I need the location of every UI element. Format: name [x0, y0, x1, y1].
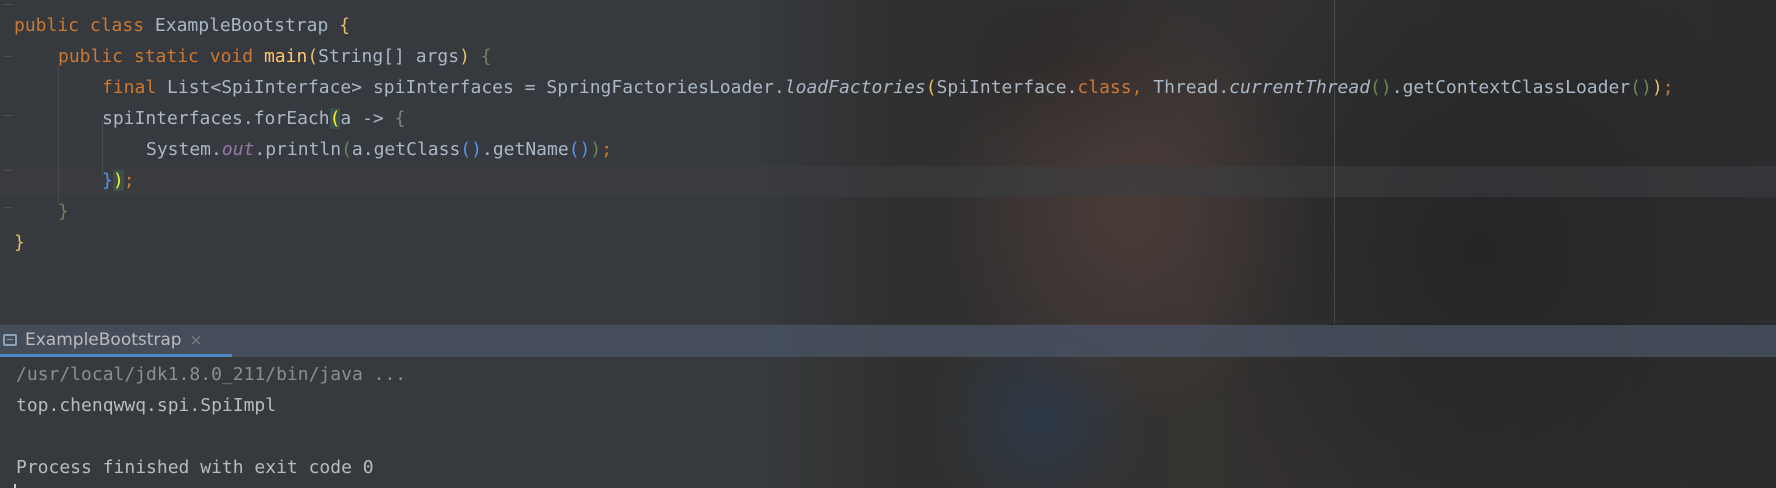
- code-line-class-decl[interactable]: public class ExampleBootstrap {: [14, 11, 350, 41]
- run-tool-window-header: ExampleBootstrap ×: [0, 325, 1776, 357]
- console-command-line[interactable]: /usr/local/jdk1.8.0_211/bin/java ...: [16, 360, 406, 390]
- param-args: args: [415, 46, 460, 67]
- tab-run-config[interactable]: ExampleBootstrap ×: [0, 325, 232, 357]
- current-line-highlight: [0, 166, 1776, 197]
- tab-label: ExampleBootstrap: [25, 329, 182, 350]
- console-caret: [14, 484, 16, 488]
- keyword-public: public: [14, 15, 80, 36]
- fold-marker[interactable]: [4, 207, 12, 208]
- code-line-close-class[interactable]: }: [14, 228, 25, 258]
- code-editor[interactable]: public class ExampleBootstrap { public s…: [0, 0, 1776, 324]
- keyword-final: final: [102, 77, 157, 98]
- fold-marker[interactable]: [4, 4, 12, 5]
- console-exit-line: Process finished with exit code 0: [16, 457, 374, 478]
- console-output-line: top.chenqwwq.spi.SpiImpl: [16, 395, 277, 416]
- code-line-loader[interactable]: final List<SpiInterface> spiInterfaces =…: [102, 73, 1674, 103]
- code-line-foreach[interactable]: spiInterfaces.forEach(a -> {: [102, 104, 405, 134]
- keyword-class: class: [89, 15, 145, 36]
- code-line-close-method[interactable]: }: [58, 197, 69, 227]
- variable-spiInterfaces: spiInterfaces: [372, 77, 514, 98]
- field-out: out: [221, 139, 255, 160]
- class-name: ExampleBootstrap: [154, 15, 329, 36]
- keyword-public: public: [58, 46, 124, 67]
- fold-marker[interactable]: [4, 115, 12, 116]
- keyword-static: static: [133, 46, 199, 67]
- open-brace: {: [339, 15, 350, 36]
- keyword-void: void: [209, 46, 254, 67]
- param-type: String[]: [318, 46, 405, 67]
- method-main: main: [263, 46, 308, 67]
- right-margin-guide: [1334, 0, 1335, 324]
- run-console[interactable]: /usr/local/jdk1.8.0_211/bin/java ... top…: [0, 357, 1776, 488]
- code-line-main-decl[interactable]: public static void main(String[] args) {: [58, 42, 492, 72]
- matched-paren: ): [112, 170, 124, 191]
- matched-paren: (: [329, 108, 341, 129]
- method-currentThread: currentThread: [1229, 77, 1371, 98]
- console-icon: [3, 333, 17, 346]
- indent-guide: [58, 65, 59, 205]
- open-brace: {: [480, 46, 492, 67]
- code-line-println[interactable]: System.out.println(a.getClass().getName(…: [146, 135, 612, 165]
- fold-marker[interactable]: [4, 170, 12, 171]
- method-getContextClassLoader: .getContextClassLoader: [1391, 77, 1631, 98]
- method-forEach: spiInterfaces.forEach: [102, 108, 330, 129]
- close-icon[interactable]: ×: [190, 331, 203, 349]
- loader-class: SpringFactoriesLoader.: [546, 77, 785, 98]
- method-loadFactories: loadFactories: [784, 77, 926, 98]
- lambda-param: a ->: [340, 108, 384, 129]
- fold-marker[interactable]: [4, 56, 12, 57]
- list-type: List<SpiInterface>: [167, 77, 363, 98]
- code-line-close-lambda[interactable]: });: [102, 166, 135, 196]
